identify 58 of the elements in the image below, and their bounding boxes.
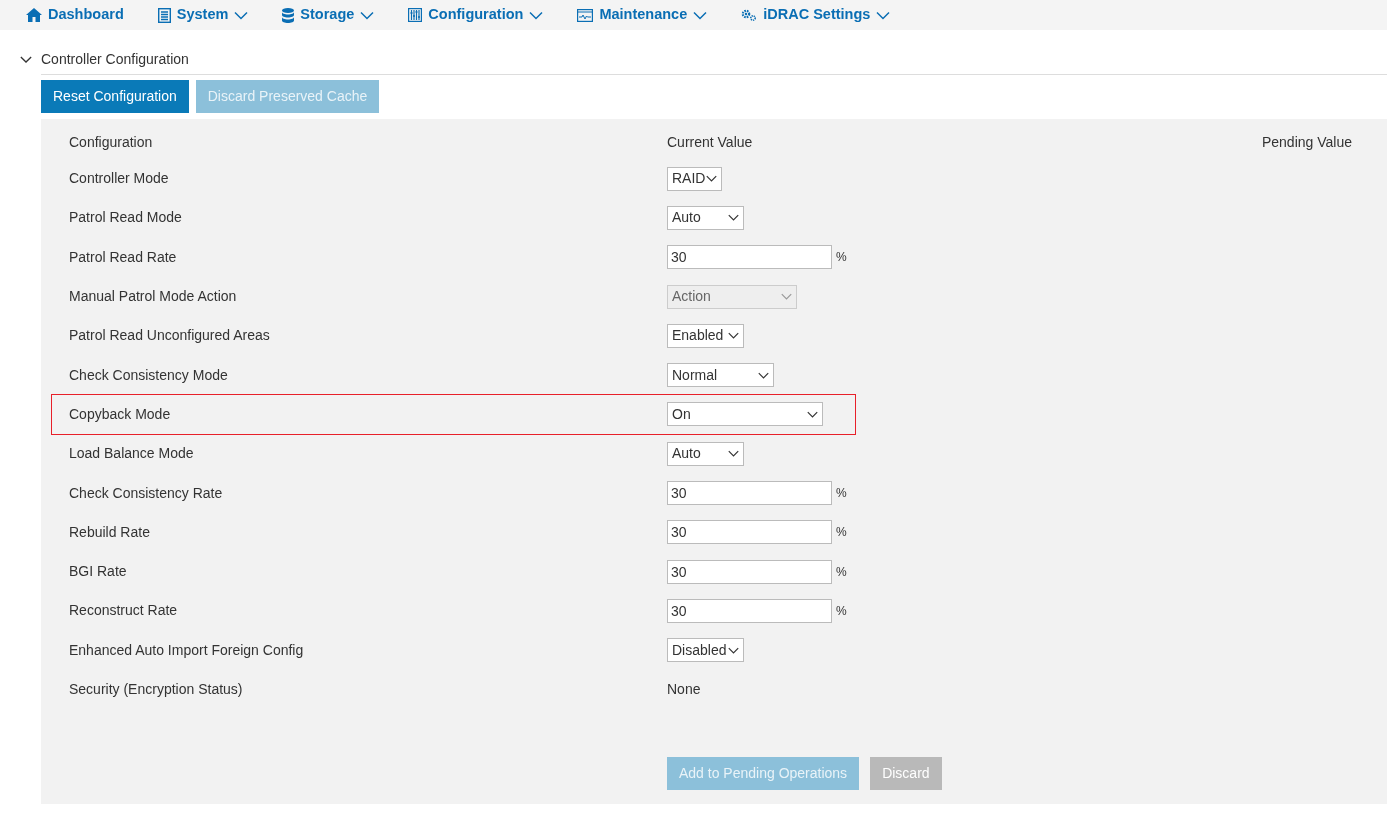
setting-label: Rebuild Rate xyxy=(69,522,151,542)
column-header: Pending Value xyxy=(1261,132,1353,152)
dropdown-field[interactable]: Normal xyxy=(667,363,774,388)
setting-label: Security (Encryption Status) xyxy=(69,680,244,699)
sliders-icon xyxy=(408,8,423,22)
dropdown-field[interactable]: RAID xyxy=(667,166,722,191)
unit-label: % xyxy=(836,602,847,620)
database-icon xyxy=(282,7,295,23)
chevron-down-icon xyxy=(706,174,717,184)
setting-label: Load Balance Mode xyxy=(69,444,195,464)
chevron-down-icon xyxy=(728,213,739,223)
chevron-down-icon xyxy=(758,370,769,380)
nav-menu-item[interactable]: Configuration xyxy=(408,4,544,26)
setting-label: Manual Patrol Mode Action xyxy=(69,287,238,307)
unit-label: % xyxy=(836,249,847,267)
nav-menu-item[interactable]: System xyxy=(157,4,249,26)
chevron-down-icon xyxy=(807,409,818,419)
dropdown-field[interactable]: Disabled xyxy=(667,638,744,663)
chevron-down-icon xyxy=(728,449,739,459)
number-input-field[interactable]: 30 xyxy=(667,520,832,545)
setting-label: Enhanced Auto Import Foreign Config xyxy=(69,640,305,660)
number-input-field[interactable]: 30 xyxy=(667,245,832,270)
setting-label: Patrol Read Unconfigured Areas xyxy=(69,326,271,346)
dropdown-field[interactable]: Auto xyxy=(667,205,744,230)
setting-label: Controller Mode xyxy=(69,169,170,189)
unit-label: % xyxy=(836,524,847,542)
setting-label: Reconstruct Rate xyxy=(69,601,179,621)
chevron-down-icon xyxy=(728,645,739,655)
number-input-field[interactable]: 30 xyxy=(667,598,832,623)
dropdown-field[interactable]: Enabled xyxy=(667,323,744,348)
nav-menu-item[interactable]: Storage xyxy=(282,4,375,26)
unit-label: % xyxy=(836,563,847,581)
unit-label: % xyxy=(836,485,847,502)
gears-icon xyxy=(741,9,758,21)
number-input-field[interactable]: 30 xyxy=(667,481,832,505)
column-header: Current Value xyxy=(667,132,754,152)
collapse-chevron-icon[interactable] xyxy=(20,55,32,64)
section-title: Controller Configuration xyxy=(41,50,189,69)
chevron-down-icon xyxy=(781,292,792,302)
monitor-chart-icon xyxy=(577,8,594,22)
nav-menu-item[interactable]: Dashboard xyxy=(26,4,124,26)
nav-menu-item[interactable]: Maintenance xyxy=(577,4,708,26)
home-icon xyxy=(26,8,42,22)
column-header: Configuration xyxy=(69,132,154,152)
setting-label: BGI Rate xyxy=(69,562,128,582)
dropdown-field[interactable]: On xyxy=(667,402,823,427)
setting-label: Check Consistency Rate xyxy=(69,483,224,503)
setting-label: Patrol Read Mode xyxy=(69,208,183,228)
dropdown-field[interactable]: Auto xyxy=(667,441,744,466)
setting-label: Check Consistency Mode xyxy=(69,365,229,385)
reset-configuration-button[interactable]: Reset Configuration xyxy=(41,80,189,113)
document-list-icon xyxy=(157,7,171,23)
setting-label: Copyback Mode xyxy=(69,404,172,424)
nav-menu-item[interactable]: iDRAC Settings xyxy=(741,4,891,26)
chevron-down-icon xyxy=(728,331,739,341)
setting-label: Patrol Read Rate xyxy=(69,247,178,267)
value-text: None xyxy=(667,680,701,699)
number-input-field[interactable]: 30 xyxy=(667,559,832,584)
